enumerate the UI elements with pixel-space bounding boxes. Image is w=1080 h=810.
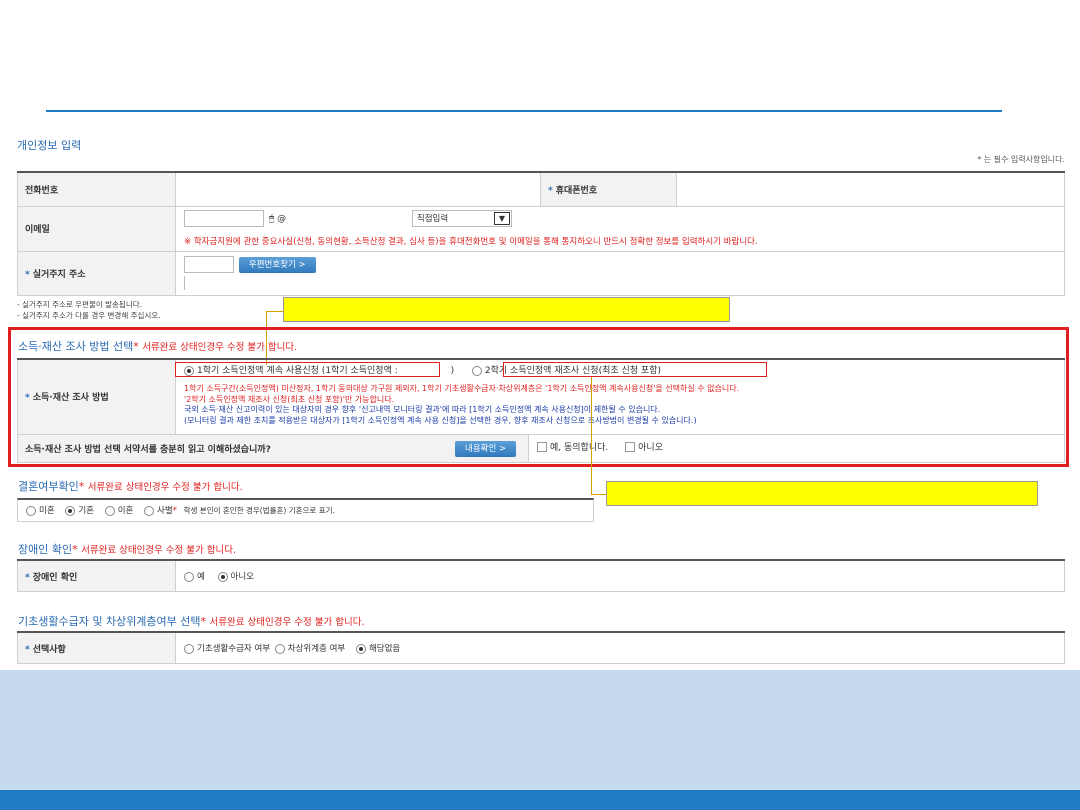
callout-line — [591, 494, 607, 495]
mouse-icon: 🖱 — [268, 214, 275, 224]
address-note-item: - 실거주지 주소로 우편물이 발송됩니다. — [17, 300, 143, 309]
disability-section-title: 장애인 확인* 서류완료 상태인경우 수정 불가 합니다. — [18, 543, 237, 556]
email-domain-input[interactable] — [289, 210, 410, 227]
mobile-input-cell[interactable] — [676, 171, 1065, 207]
top-divider — [46, 110, 1002, 112]
email-domain-select[interactable]: 직접입력 ▼ — [411, 210, 512, 227]
callout-box-top — [283, 297, 730, 322]
email-notice: ※ 학자금지원에 관한 중요사실(신청, 동의현황, 소득산정 결과, 심사 등… — [184, 237, 758, 247]
required-note: * 는 필수 입력사항입니다. — [977, 155, 1065, 164]
income-section-title: 소득·재산 조사 방법 선택* 서류완료 상태인경우 수정 불가 합니다. — [18, 340, 298, 353]
address-input[interactable] — [184, 276, 185, 290]
welfare-label: * 선택사항 — [17, 631, 176, 664]
radio-icon — [184, 571, 194, 582]
disability-label: * 장애인 확인 — [17, 559, 176, 592]
radio-icon — [355, 643, 366, 654]
marriage-section-title: 결혼여부확인* 서류완료 상태인경우 수정 불가 합니다. — [18, 480, 243, 493]
radio-icon — [274, 643, 285, 654]
bottom-band — [0, 670, 1080, 790]
disability-option-no[interactable]: 아니오 — [217, 571, 254, 582]
bottom-bar — [0, 790, 1080, 810]
phone-label: 전화번호 — [17, 171, 176, 207]
welfare-section-title: 기초생활수급자 및 차상위계층여부 선택* 서류완료 상태인경우 수정 불가 합… — [18, 615, 365, 628]
income-method-label: * 소득·재산 조사 방법 — [17, 358, 176, 435]
option2-outline — [503, 362, 767, 377]
marriage-option-widowed[interactable]: 사별 — [144, 505, 173, 516]
email-at-sign: @ — [277, 214, 287, 224]
consent-question: 소득·재산 조사 방법 선택 서약서를 충분히 읽고 이해하셨습니까? — [25, 444, 271, 455]
address-note-item: - 실거주지 주소가 다를 경우 변경해 주십시오. — [17, 311, 161, 320]
disagree-checkbox[interactable]: 아니오 — [625, 442, 663, 453]
phone-input-cell[interactable] — [175, 171, 541, 207]
personal-section-title: 개인정보 입력 — [17, 139, 82, 152]
disability-table: * 장애인 확인 예 아니오 — [17, 559, 1065, 592]
radio-icon — [471, 365, 482, 376]
checkbox-icon — [537, 442, 547, 452]
option1-outline — [175, 362, 440, 377]
radio-icon — [184, 643, 194, 654]
content-check-button[interactable]: 내용확인 > — [455, 440, 517, 457]
checkbox-icon — [625, 442, 636, 452]
disability-option-yes[interactable]: 예 — [184, 571, 205, 582]
welfare-option-basic[interactable]: 기초생활수급자 여부 — [184, 643, 270, 654]
callout-box-bottom — [606, 481, 1038, 506]
address-notes: - 실거주지 주소로 우편물이 발송됩니다. - 실거주지 주소가 다를 경우 … — [17, 299, 161, 321]
callout-line — [591, 377, 592, 494]
radio-icon — [65, 505, 76, 516]
income-notes: 1학기 소득구간(소득인정액) 미산정자, 1학기 동의대상 가구원 제외자, … — [184, 384, 740, 425]
personal-info-table: 전화번호 * 휴대폰번호 이메일 🖱 @ 직접입력 ▼ ※ 학자금지원에 관한 중… — [17, 171, 1065, 296]
marriage-option-married[interactable]: 기혼 — [65, 505, 94, 516]
callout-line — [266, 311, 284, 312]
mobile-label: * 휴대폰번호 — [540, 171, 677, 207]
radio-icon — [144, 505, 155, 516]
agree-checkbox[interactable]: 예, 동의합니다. — [537, 442, 608, 453]
zip-search-button[interactable]: 우편번호찾기 > — [238, 257, 316, 273]
address-label: * 실거주지 주소 — [17, 250, 176, 296]
zip-input[interactable] — [184, 256, 234, 273]
radio-icon — [217, 571, 228, 582]
radio-icon — [26, 505, 36, 516]
welfare-table: * 선택사항 기초생활수급자 여부 차상위계층 여부 해당없음 — [17, 631, 1065, 664]
email-label: 이메일 — [17, 205, 176, 252]
marriage-option-divorced[interactable]: 이혼 — [104, 505, 133, 516]
marriage-option-single[interactable]: 미혼 — [26, 505, 55, 516]
email-id-input[interactable] — [184, 210, 264, 227]
radio-icon — [104, 505, 115, 516]
marriage-options: 미혼 기혼 이혼 사별* 학생 본인이 혼인한 경우(법률혼) 기혼으로 표기. — [17, 498, 594, 522]
welfare-option-none[interactable]: 해당없음 — [355, 643, 400, 654]
welfare-option-near-poverty[interactable]: 차상위계층 여부 — [274, 643, 345, 654]
marriage-note: 학생 본인이 혼인한 경우(법률혼) 기혼으로 표기. — [183, 506, 335, 515]
chevron-down-icon: ▼ — [493, 212, 510, 225]
